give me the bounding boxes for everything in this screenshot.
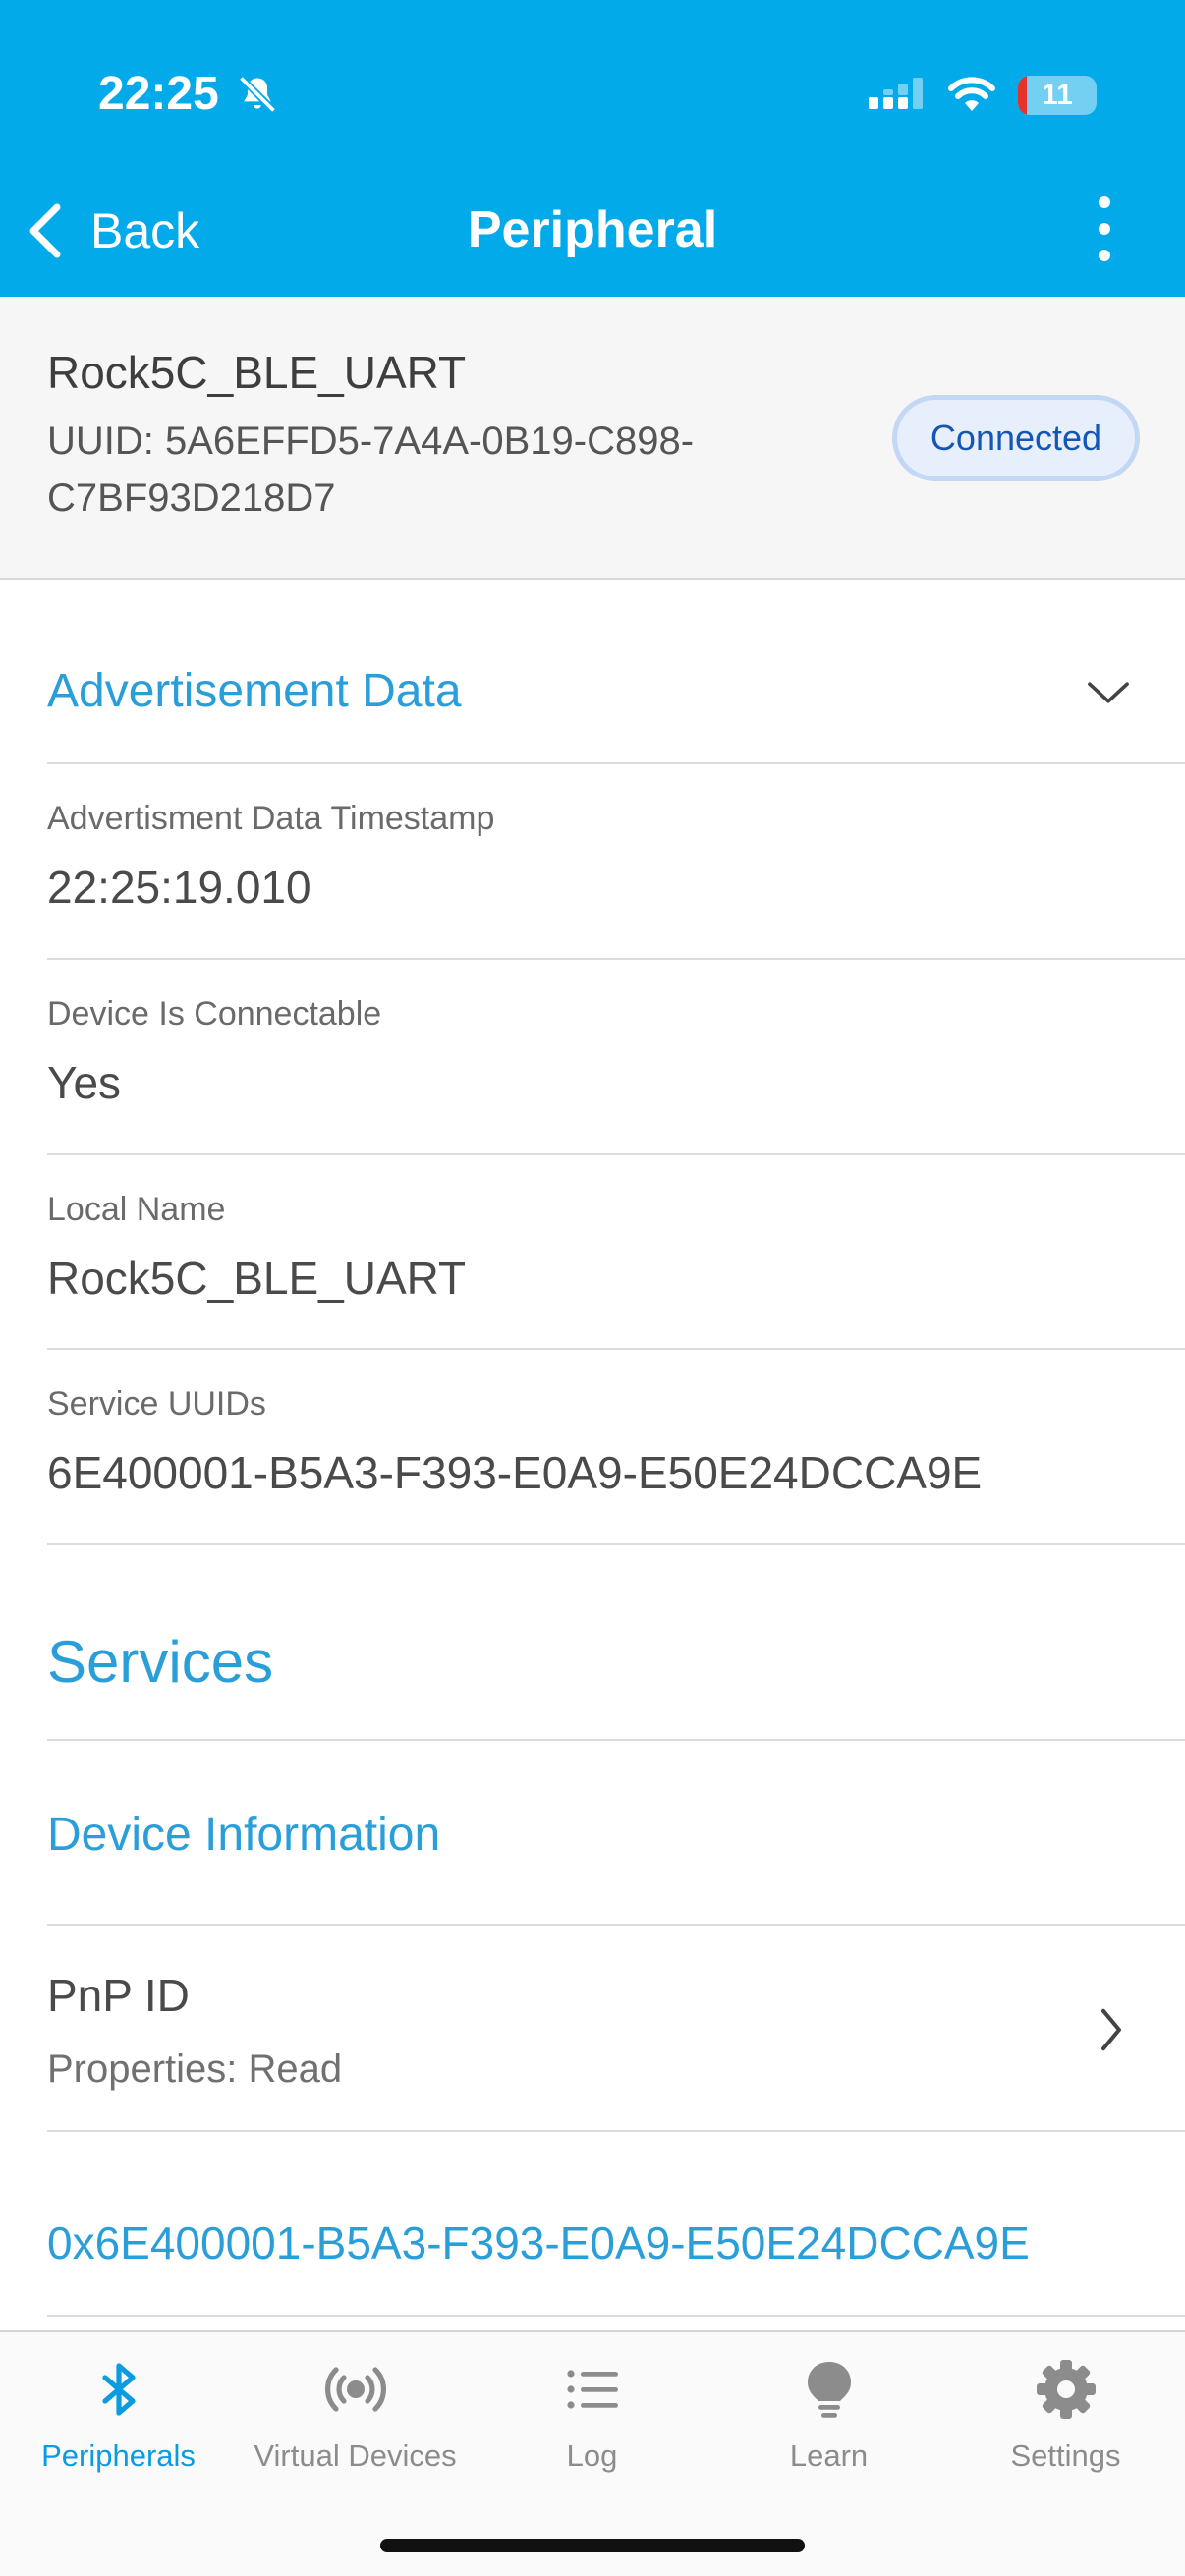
- bell-muted-icon: [238, 75, 277, 114]
- service-name: Device Information: [47, 1809, 441, 1861]
- field-label: Device Is Connectable: [47, 995, 382, 1033]
- field-label: Service UUIDs: [47, 1385, 266, 1423]
- tab-learn[interactable]: Learn: [710, 2358, 947, 2505]
- adv-field-service-uuids: Service UUIDs 6E400001-B5A3-F393-E0A9-E5…: [47, 1350, 1185, 1545]
- field-value: Rock5C_BLE_UART: [47, 1253, 467, 1304]
- list-icon: [566, 2370, 618, 2409]
- service-uart[interactable]: 0x6E400001-B5A3-F393-E0A9-E50E24DCCA9E: [47, 2132, 1185, 2317]
- status-indicators: 11: [869, 71, 1097, 120]
- tab-label: Learn: [789, 2438, 869, 2473]
- connection-status-badge[interactable]: Connected: [892, 395, 1140, 481]
- bluetooth-icon: [101, 2363, 136, 2416]
- service-device-information[interactable]: Device Information: [47, 1741, 1185, 1926]
- nav-header: 22:25 11 Back Peripheral: [0, 0, 1185, 297]
- device-uuid: UUID: 5A6EFFD5-7A4A-0B19-C898-C7BF93D218…: [47, 420, 695, 520]
- tab-settings[interactable]: Settings: [947, 2358, 1184, 2505]
- field-value: 6E400001-B5A3-F393-E0A9-E50E24DCCA9E: [47, 1447, 983, 1498]
- tab-virtual-devices[interactable]: Virtual Devices: [237, 2358, 474, 2505]
- adv-field-connectable: Device Is Connectable Yes: [47, 960, 1185, 1155]
- back-label: Back: [90, 203, 200, 258]
- field-label: Local Name: [47, 1191, 226, 1228]
- tab-log[interactable]: Log: [474, 2358, 710, 2505]
- cellular-signal-icon: [869, 78, 923, 109]
- device-summary: Rock5C_BLE_UART UUID: 5A6EFFD5-7A4A-0B19…: [0, 297, 1185, 580]
- more-options-button[interactable]: [1083, 196, 1126, 261]
- back-button[interactable]: Back: [26, 196, 199, 265]
- adv-field-timestamp: Advertisment Data Timestamp 22:25:19.010: [47, 764, 1185, 960]
- tab-label: Virtual Devices: [254, 2438, 457, 2473]
- advertisement-data-title: Advertisement Data: [47, 665, 462, 717]
- broadcast-icon: [324, 2367, 386, 2412]
- field-value: Yes: [47, 1057, 122, 1108]
- advertisement-data-header[interactable]: Advertisement Data: [47, 580, 1185, 764]
- more-dot-icon: [1099, 223, 1110, 235]
- field-value: 22:25:19.010: [47, 862, 311, 913]
- device-name: Rock5C_BLE_UART: [47, 347, 467, 398]
- services-title: Services: [47, 1629, 274, 1695]
- characteristic-name: PnP ID: [47, 1970, 190, 2021]
- characteristic-pnp-id[interactable]: PnP ID Properties: Read: [47, 1926, 1185, 2132]
- tab-peripherals[interactable]: Peripherals: [0, 2358, 237, 2505]
- lightbulb-icon: [807, 2362, 851, 2418]
- tab-label: Settings: [1010, 2438, 1121, 2473]
- wifi-icon: [948, 77, 995, 111]
- chevron-left-icon: [29, 203, 61, 258]
- characteristic-properties: Properties: Read: [47, 2047, 343, 2091]
- gear-icon: [1036, 2360, 1096, 2419]
- home-indicator: [380, 2539, 805, 2552]
- tab-label: Peripherals: [41, 2438, 196, 2473]
- adv-field-local-name: Local Name Rock5C_BLE_UART: [47, 1155, 1185, 1350]
- service-name: 0x6E400001-B5A3-F393-E0A9-E50E24DCCA9E: [47, 2217, 1030, 2268]
- battery-indicator: 11: [1018, 76, 1097, 115]
- status-time: 22:25: [98, 68, 219, 120]
- field-label: Advertisment Data Timestamp: [47, 800, 495, 837]
- services-header: Services: [47, 1545, 1185, 1741]
- more-dot-icon: [1099, 250, 1110, 261]
- chevron-right-icon: [1101, 2008, 1121, 2051]
- more-dot-icon: [1099, 196, 1110, 208]
- chevron-down-icon: [1088, 682, 1129, 703]
- tab-label: Log: [566, 2438, 618, 2473]
- battery-level-text: 11: [1042, 79, 1073, 111]
